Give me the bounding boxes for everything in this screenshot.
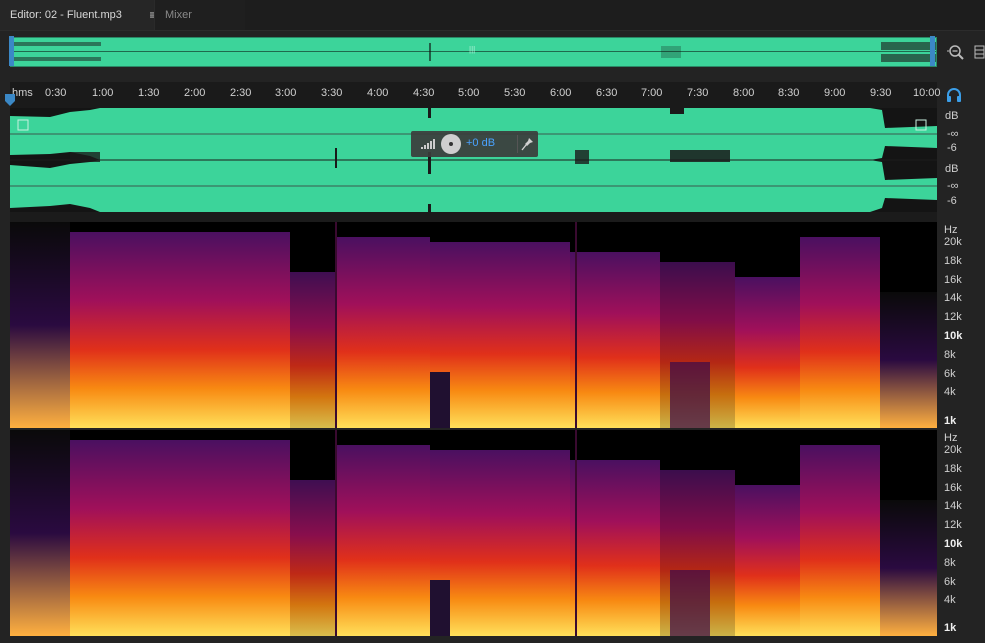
ruler-tick: 7:30 [687, 87, 709, 99]
spec1-hz-6k: 6k [944, 368, 956, 380]
ruler-tick: 8:30 [778, 87, 800, 99]
ruler-tick: 0:30 [45, 87, 67, 99]
spec2-hz-16k: 16k [944, 482, 962, 494]
spec2-hz-4k: 4k [944, 594, 956, 606]
spec1-hz-12k: 12k [944, 311, 962, 323]
headphones-icon[interactable] [946, 87, 962, 103]
channel2-db-unit: dB [945, 163, 959, 175]
overview-range-handle-right[interactable] [930, 36, 935, 66]
spec1-hz-4k: 4k [944, 386, 956, 398]
spec1-hz-20k: 20k [944, 236, 962, 248]
spec2-hz-6k: 6k [944, 576, 956, 588]
ruler-tick: 2:30 [230, 87, 252, 99]
spec1-hz-18k: 18k [944, 255, 962, 267]
ruler-tick: 7:00 [641, 87, 663, 99]
tab-mixer[interactable]: Mixer [154, 0, 245, 30]
spec2-hz-20k: 20k [944, 444, 962, 456]
panel-divider[interactable] [10, 212, 937, 222]
amplitude-hud: +0 dB [411, 131, 538, 157]
spectral-display-channel2[interactable] [10, 430, 937, 636]
time-ruler[interactable]: hms 0:30 1:00 1:30 2:00 2:30 3:00 3:30 4… [10, 82, 941, 108]
tab-editor[interactable]: Editor: 02 - Fluent.mp3 [0, 0, 154, 30]
overview-selection-marker: ||| [469, 45, 476, 54]
spectrogram-graphic [10, 222, 937, 428]
channel2-db-inf: -∞ [947, 180, 959, 192]
spec1-hz-14k: 14k [944, 292, 962, 304]
spec2-hz-12k: 12k [944, 519, 962, 531]
spectrogram-graphic [10, 430, 937, 636]
channel1-db-minus6: -6 [947, 142, 957, 154]
spec2-hz-unit: Hz [944, 432, 958, 444]
volume-knob[interactable] [441, 134, 461, 154]
tab-bar: Editor: 02 - Fluent.mp3 ≡ Mixer [0, 0, 985, 31]
ruler-tick: 8:00 [733, 87, 755, 99]
ruler-tick: 4:00 [367, 87, 389, 99]
ruler-tick: 9:00 [824, 87, 846, 99]
spec2-hz-14k: 14k [944, 500, 962, 512]
playhead-marker[interactable] [5, 94, 15, 106]
spec1-hz-unit: Hz [944, 224, 958, 236]
ruler-tick: 3:30 [321, 87, 343, 99]
ruler-unit-label: hms [12, 87, 33, 99]
ruler-tick: 1:30 [138, 87, 160, 99]
ruler-tick: 6:30 [596, 87, 618, 99]
volume-value[interactable]: +0 dB [466, 137, 495, 149]
ruler-tick: 5:00 [458, 87, 480, 99]
spec1-hz-10k: 10k [944, 330, 963, 342]
pin-icon[interactable] [521, 136, 535, 152]
ruler-tick: 9:30 [870, 87, 892, 99]
overview-waveform[interactable]: ||| [10, 37, 937, 67]
waveform-graphic [10, 108, 937, 212]
ruler-tick: 2:00 [184, 87, 206, 99]
overview-range-handle-left[interactable] [9, 36, 14, 66]
spec2-hz-10k: 10k [944, 538, 963, 550]
ruler-tick: 5:30 [504, 87, 526, 99]
spec1-hz-8k: 8k [944, 349, 956, 361]
ruler-tick: 6:00 [550, 87, 572, 99]
channel1-db-unit: dB [945, 110, 959, 122]
channel1-db-inf: -∞ [947, 128, 959, 140]
spec2-hz-18k: 18k [944, 463, 962, 475]
ruler-tick: 1:00 [92, 87, 114, 99]
spectral-display-channel1[interactable] [10, 222, 937, 428]
spec1-hz-16k: 16k [944, 274, 962, 286]
hud-separator [517, 135, 518, 153]
level-bars-icon [421, 139, 435, 149]
spec1-hz-1k: 1k [944, 415, 957, 427]
ruler-tick: 4:30 [413, 87, 435, 99]
channel2-db-minus6: -6 [947, 195, 957, 207]
ruler-tick: 10:00 [913, 87, 941, 99]
spec2-hz-1k: 1k [944, 622, 957, 634]
waveform-display[interactable] [10, 108, 937, 212]
spec2-hz-8k: 8k [944, 557, 956, 569]
panel-menu-icon[interactable] [974, 42, 985, 62]
ruler-tick: 3:00 [275, 87, 297, 99]
zoom-magnifier-icon[interactable] [946, 42, 966, 62]
